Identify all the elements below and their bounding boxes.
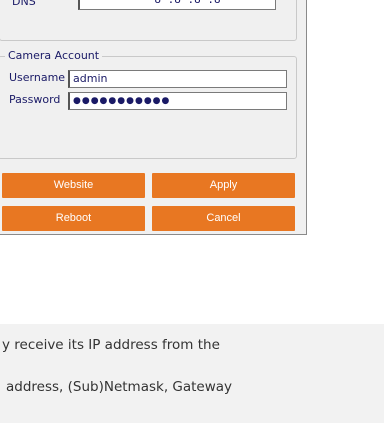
camera-account-legend: Camera Account xyxy=(5,49,103,62)
password-field[interactable]: ●●●●●●●●●●● xyxy=(68,92,287,110)
camera-settings-dialog: DNS 8 .8 .8 .8 Camera Account Username a… xyxy=(0,0,307,235)
camera-account-group: Camera Account Username admin Password ●… xyxy=(0,49,297,159)
dns-field[interactable]: 8 .8 .8 .8 xyxy=(78,0,276,10)
dns-label: DNS xyxy=(12,0,36,8)
apply-button[interactable]: Apply xyxy=(152,173,295,198)
info-line-1: y receive its IP address from the xyxy=(2,337,220,353)
password-label: Password xyxy=(9,93,61,106)
website-button[interactable]: Website xyxy=(2,173,145,198)
username-label: Username xyxy=(9,71,66,84)
info-line-2: address, (Sub)Netmask, Gateway xyxy=(6,379,233,395)
network-settings-group: DNS 8 .8 .8 .8 xyxy=(0,0,297,41)
cancel-button[interactable]: Cancel xyxy=(152,206,295,231)
info-text-block: y receive its IP address from the addres… xyxy=(0,324,384,423)
username-field[interactable]: admin xyxy=(68,70,287,88)
reboot-button[interactable]: Reboot xyxy=(2,206,145,231)
